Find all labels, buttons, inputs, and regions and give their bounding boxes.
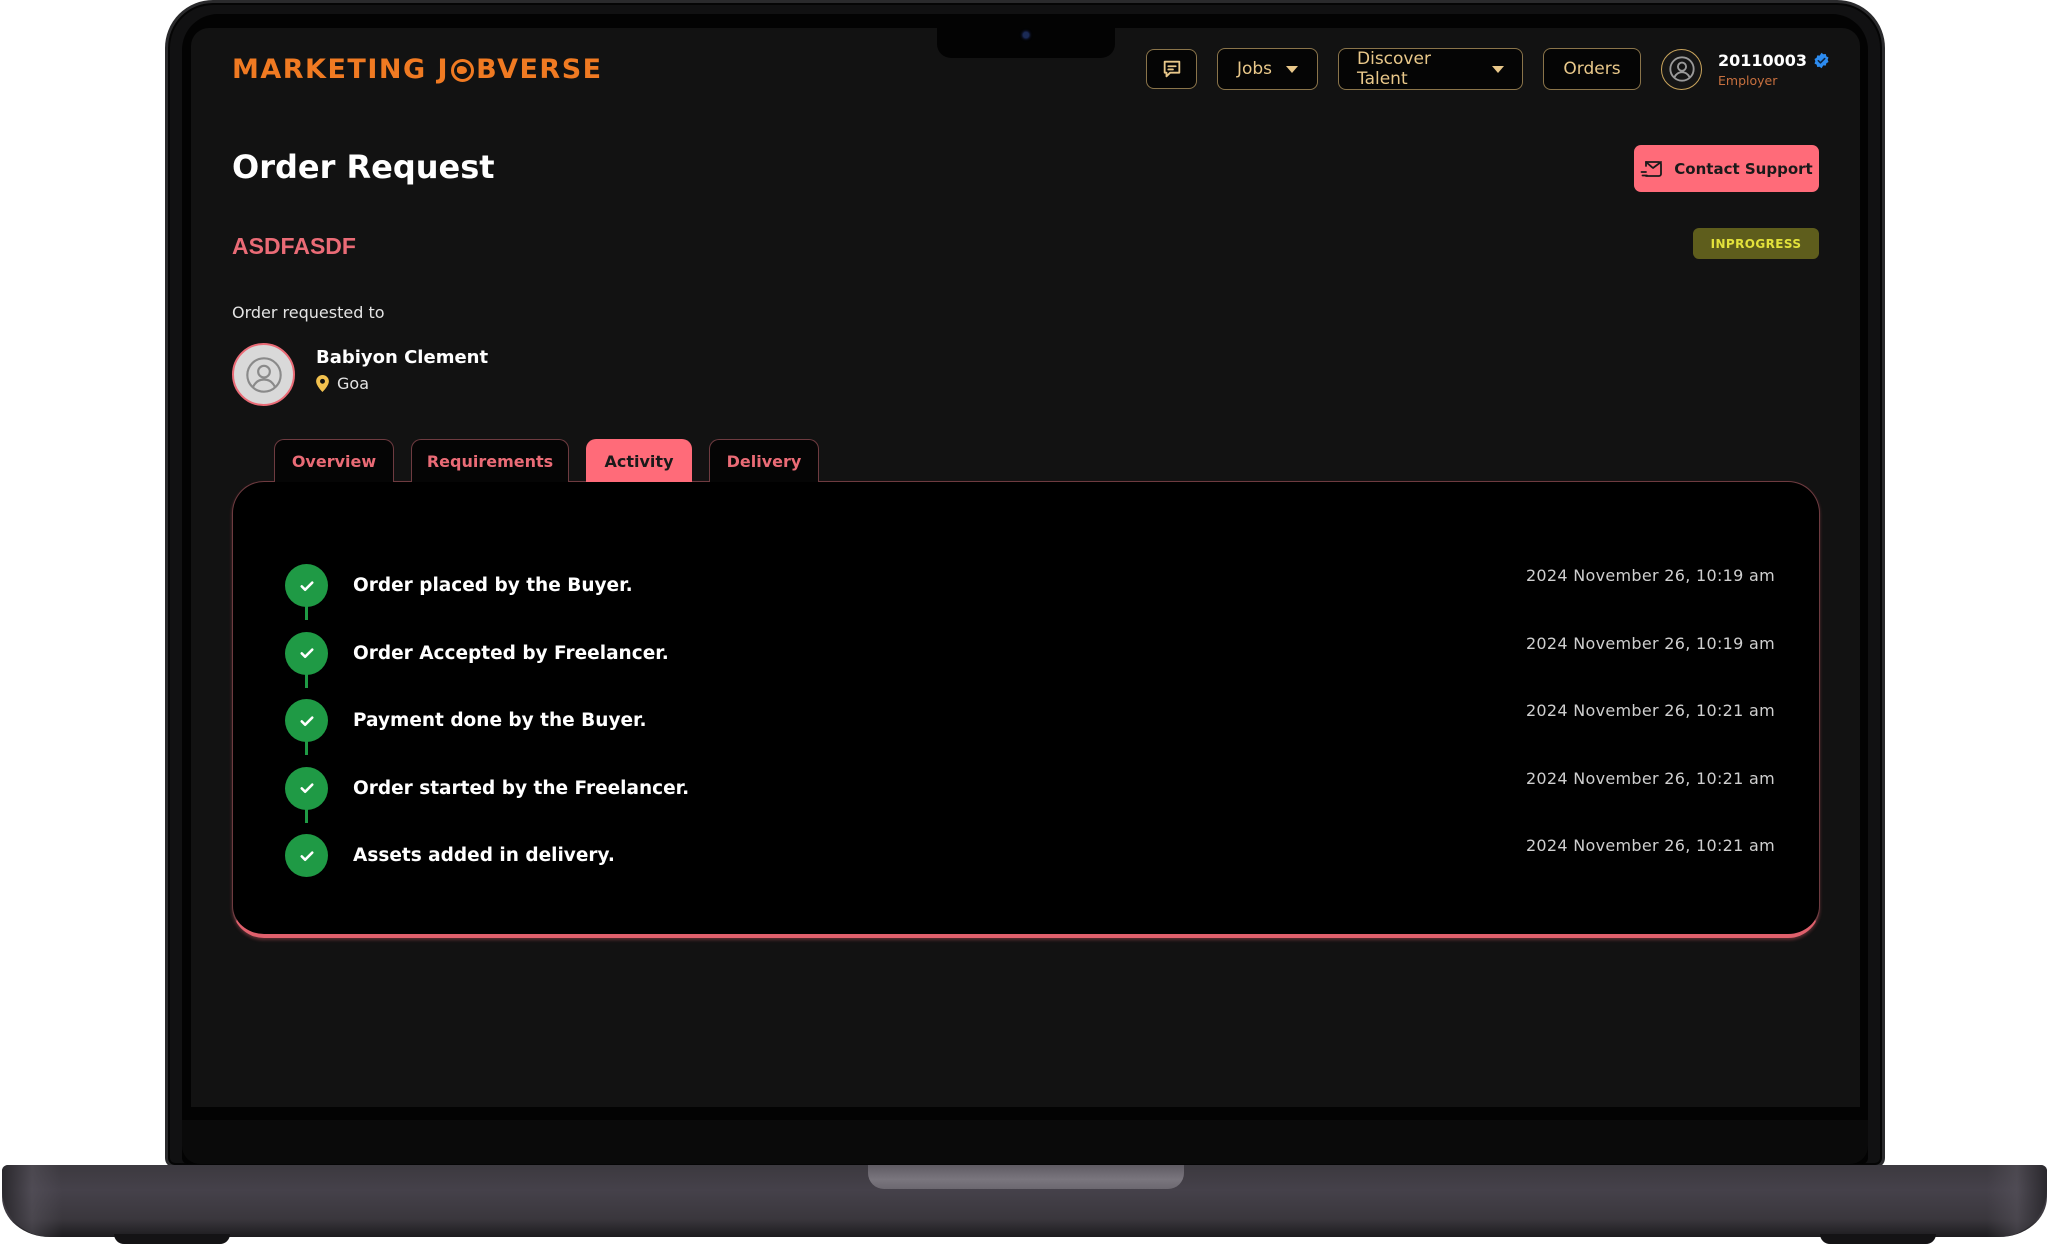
activity-time: 2024 November 26, 10:19 am	[1525, 566, 1775, 585]
tab-activity[interactable]: Activity	[586, 439, 692, 482]
check-circle-icon	[285, 631, 328, 675]
chevron-down-icon	[1492, 65, 1504, 73]
chevron-down-icon	[1286, 65, 1299, 73]
tab-delivery[interactable]: Delivery	[709, 439, 819, 482]
discover-talent-label: Discover Talent	[1357, 49, 1431, 89]
user-id: 20110003	[1718, 50, 1808, 70]
contact-support-label: Contact Support	[1674, 159, 1813, 178]
user-info[interactable]: 20110003 Employer	[1718, 51, 1830, 88]
activity-text: Assets added in delivery.	[353, 845, 615, 867]
activity-text: Order started by the Freelancer.	[353, 777, 690, 799]
logo-text-right: BVERSE	[476, 54, 603, 85]
activity-item: Assets added in delivery. 2024 November …	[285, 822, 1775, 890]
activity-item: Order started by the Freelancer. 2024 No…	[285, 755, 1775, 823]
activity-item: Payment done by the Buyer. 2024 November…	[285, 687, 1775, 755]
check-circle-icon	[285, 834, 328, 878]
activity-text: Order Accepted by Freelancer.	[353, 642, 669, 664]
activity-time: 2024 November 26, 10:19 am	[1525, 633, 1775, 653]
activity-item: Order placed by the Buyer. 2024 November…	[285, 552, 1775, 620]
laptop-lower-bezel	[182, 1120, 1868, 1164]
activity-item: Order Accepted by Freelancer. 2024 Novem…	[285, 620, 1775, 688]
activity-time: 2024 November 26, 10:21 am	[1525, 768, 1775, 788]
activity-timeline: Order placed by the Buyer. 2024 November…	[285, 552, 1775, 890]
orders-button[interactable]: Orders	[1543, 48, 1641, 90]
mail-icon	[1640, 160, 1663, 177]
brand-logo[interactable]: MARKETING J BVERSE	[232, 54, 603, 85]
check-circle-icon	[285, 699, 328, 743]
order-tabs: Overview Requirements Activity Delivery	[274, 439, 836, 482]
tab-overview[interactable]: Overview	[274, 439, 394, 482]
logo-text-left: MARKETING J	[232, 54, 450, 85]
globe-icon	[451, 59, 475, 82]
messages-button[interactable]	[1146, 49, 1197, 89]
user-avatar[interactable]	[1661, 48, 1702, 90]
jobs-label: Jobs	[1236, 59, 1273, 79]
activity-text: Order placed by the Buyer.	[353, 575, 633, 597]
status-badge: INPROGRESS	[1693, 228, 1819, 259]
jobs-dropdown[interactable]: Jobs	[1217, 48, 1318, 90]
activity-text: Payment done by the Buyer.	[353, 710, 647, 732]
laptop-hinge-notch	[868, 1165, 1184, 1189]
location-pin-icon	[316, 375, 329, 392]
user-circle-icon	[1668, 56, 1695, 82]
top-nav: Jobs Discover Talent Orders 20110003 Emp…	[1146, 48, 1830, 90]
freelancer-avatar[interactable]	[232, 343, 295, 406]
check-circle-icon	[285, 766, 328, 810]
activity-time: 2024 November 26, 10:21 am	[1525, 701, 1775, 720]
page-title: Order Request	[232, 148, 495, 186]
order-code: ASDFASDF	[232, 233, 356, 259]
laptop-foot-left	[114, 1234, 230, 1244]
freelancer-location: Goa	[316, 374, 369, 393]
user-role: Employer	[1718, 72, 1778, 88]
activity-time: 2024 November 26, 10:21 am	[1525, 836, 1775, 855]
activity-panel: Order placed by the Buyer. 2024 November…	[232, 481, 1820, 938]
discover-talent-dropdown[interactable]: Discover Talent	[1338, 48, 1523, 90]
requested-to-label: Order requested to	[232, 303, 385, 322]
orders-label: Orders	[1563, 59, 1621, 79]
camera-icon	[1023, 32, 1029, 38]
verified-badge-icon	[1813, 52, 1830, 69]
check-circle-icon	[285, 564, 328, 608]
user-circle-icon	[245, 356, 282, 393]
tab-label: Overview	[291, 451, 377, 471]
tab-label: Requirements	[426, 451, 554, 471]
chat-icon	[1163, 60, 1180, 78]
screen: MARKETING J BVERSE Jobs Discover Talent …	[191, 28, 1860, 1107]
location-text: Goa	[337, 374, 369, 393]
laptop-foot-right	[1820, 1234, 1936, 1244]
tab-label: Delivery	[726, 451, 802, 471]
tab-requirements[interactable]: Requirements	[411, 439, 569, 482]
tab-label: Activity	[604, 451, 674, 471]
freelancer-name[interactable]: Babiyon Clement	[316, 347, 488, 368]
contact-support-button[interactable]: Contact Support	[1634, 145, 1819, 192]
